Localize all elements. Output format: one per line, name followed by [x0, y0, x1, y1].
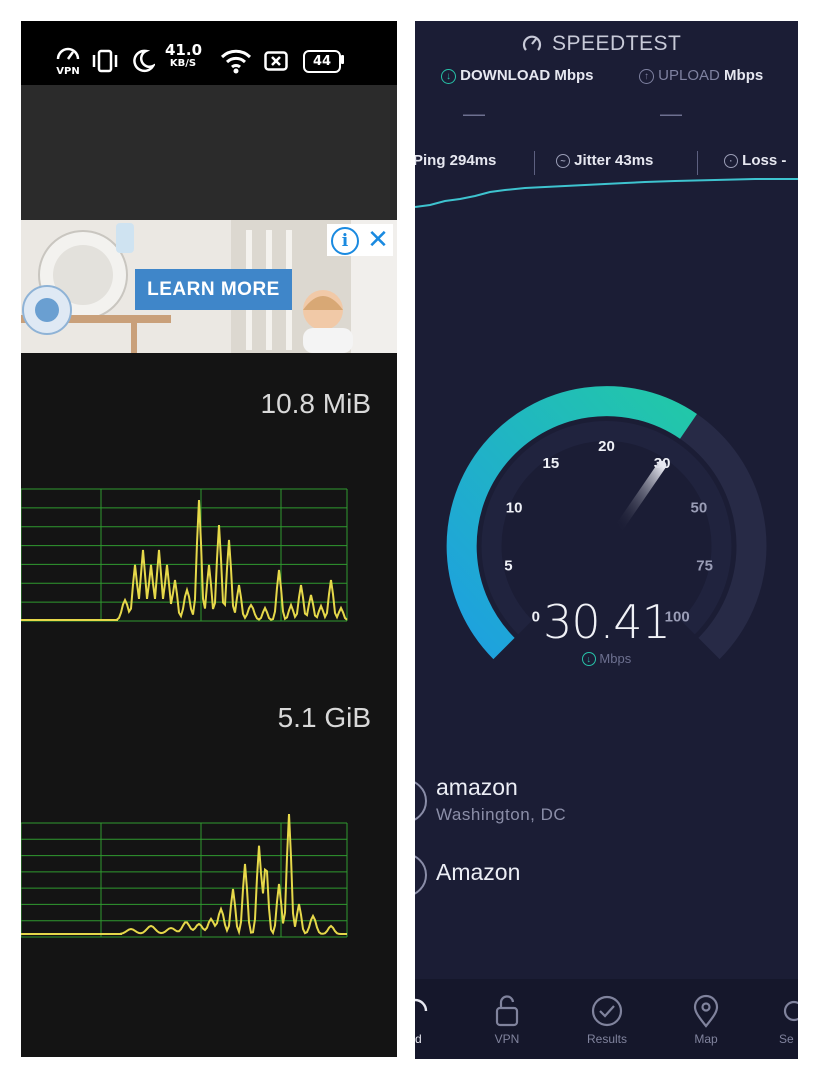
- jitter-label: Jitter: [574, 152, 611, 169]
- server-icon: [415, 779, 427, 823]
- nav-map[interactable]: Map: [661, 981, 751, 1046]
- nav-results-label: Results: [586, 1032, 627, 1046]
- nav-vpn[interactable]: VPN: [462, 981, 552, 1046]
- net-speed-indicator: 41.0 KB/S: [165, 41, 203, 70]
- speedtest-screen: SPEEDTEST ↓ DOWNLOAD Mbps ↑ UPLOAD Mbps …: [415, 21, 798, 1059]
- nav-speed[interactable]: ed: [415, 981, 460, 1046]
- net-speed-unit: KB/S: [169, 58, 197, 69]
- battery-indicator: 44: [303, 50, 341, 73]
- upload-unit: Mbps: [724, 67, 764, 84]
- loss-icon: ·: [724, 154, 738, 168]
- traffic-graph-1: [21, 488, 348, 622]
- gauge-tick-label: 20: [598, 438, 615, 455]
- speed-nav-icon: [415, 998, 428, 1012]
- download-label: DOWNLOAD: [460, 67, 551, 84]
- nav-vpn-label: VPN: [494, 1032, 520, 1046]
- ping-label: Ping: [415, 152, 446, 169]
- ping-metric: Ping 294ms: [415, 152, 496, 169]
- download-arrow-icon: ↓: [441, 69, 456, 84]
- gauge-tick-label: 15: [543, 455, 560, 472]
- gauge-tick-label: 75: [696, 558, 713, 575]
- tab-download[interactable]: ↓ DOWNLOAD Mbps: [441, 67, 594, 84]
- download-unit: Mbps: [554, 67, 594, 84]
- graph-1-total: 10.8 MiB: [260, 388, 372, 419]
- network-monitor-screen: VPN 41.0 KB/S 44 LEARN MORE i ✕ 10.8 MiB…: [21, 21, 397, 1057]
- provider-name[interactable]: Amazon: [436, 859, 520, 886]
- check-circle-icon: [591, 995, 623, 1027]
- jitter-value: 43ms: [615, 152, 654, 169]
- provider-icon: [415, 853, 427, 897]
- battery-tip: [341, 55, 344, 64]
- lock-icon: [495, 995, 519, 1027]
- net-speed-value: 41.0: [165, 41, 203, 59]
- loss-value: -: [781, 152, 787, 169]
- ad-info-icon[interactable]: i: [331, 227, 359, 255]
- nav-results[interactable]: Results: [562, 981, 652, 1046]
- speed-value: 30.41: [543, 595, 671, 649]
- speedtest-logo-icon: [522, 35, 542, 51]
- ad-banner[interactable]: LEARN MORE i ✕: [21, 220, 397, 353]
- speed-unit: ↓ Mbps: [415, 651, 798, 666]
- graph-2-total: 5.1 GiB: [277, 702, 371, 733]
- app-title: SPEEDTEST: [552, 32, 682, 55]
- settings-icon: [783, 1000, 798, 1022]
- speed-unit-label: Mbps: [599, 651, 632, 666]
- learn-more-button[interactable]: LEARN MORE: [135, 269, 292, 310]
- tab-upload[interactable]: ↑ UPLOAD Mbps: [639, 67, 763, 84]
- jitter-icon: ~: [556, 154, 570, 168]
- gauge-tick-label: 50: [691, 500, 708, 517]
- nav-map-label: Map: [694, 1032, 718, 1046]
- vpn-label: VPN: [56, 66, 79, 75]
- ad-controls: i ✕: [327, 224, 393, 256]
- blank-area: [21, 85, 397, 220]
- traffic-line: [21, 813, 347, 936]
- upload-label: UPLOAD: [658, 67, 720, 84]
- download-value-placeholder: —: [463, 101, 485, 126]
- server-name-1[interactable]: amazon: [436, 774, 518, 801]
- ping-value: 294ms: [449, 152, 497, 169]
- battery-level: 44: [312, 54, 332, 69]
- traffic-graph-2: [21, 813, 348, 938]
- upload-value-placeholder: —: [660, 101, 682, 126]
- nav-settings-label: Se: [779, 1032, 794, 1046]
- gauge-tick-label: 5: [504, 558, 512, 575]
- no-sim-icon: [264, 51, 288, 71]
- vibrate-icon: [92, 49, 118, 73]
- speed-download-icon: ↓: [581, 652, 596, 666]
- loss-label: Loss: [742, 152, 778, 169]
- nav-settings[interactable]: Se: [745, 981, 798, 1046]
- gauge-needle: [613, 460, 667, 534]
- status-bar: VPN 41.0 KB/S 44: [21, 21, 397, 85]
- ad-close-icon[interactable]: ✕: [365, 224, 391, 256]
- live-speed-line: [415, 178, 798, 208]
- jitter-metric: ~ Jitter 43ms: [556, 152, 653, 169]
- gauge-tick-label: 10: [506, 500, 523, 517]
- upload-arrow-icon: ↑: [639, 69, 654, 84]
- do-not-disturb-moon-icon: [133, 49, 155, 73]
- nav-speed-label: ed: [415, 1032, 422, 1046]
- loss-metric: · Loss -: [724, 152, 786, 169]
- vpn-icon: VPN: [56, 47, 80, 75]
- wifi-icon: [220, 49, 252, 74]
- server-location: Washington, DC: [436, 805, 567, 824]
- map-pin-icon: [693, 994, 719, 1028]
